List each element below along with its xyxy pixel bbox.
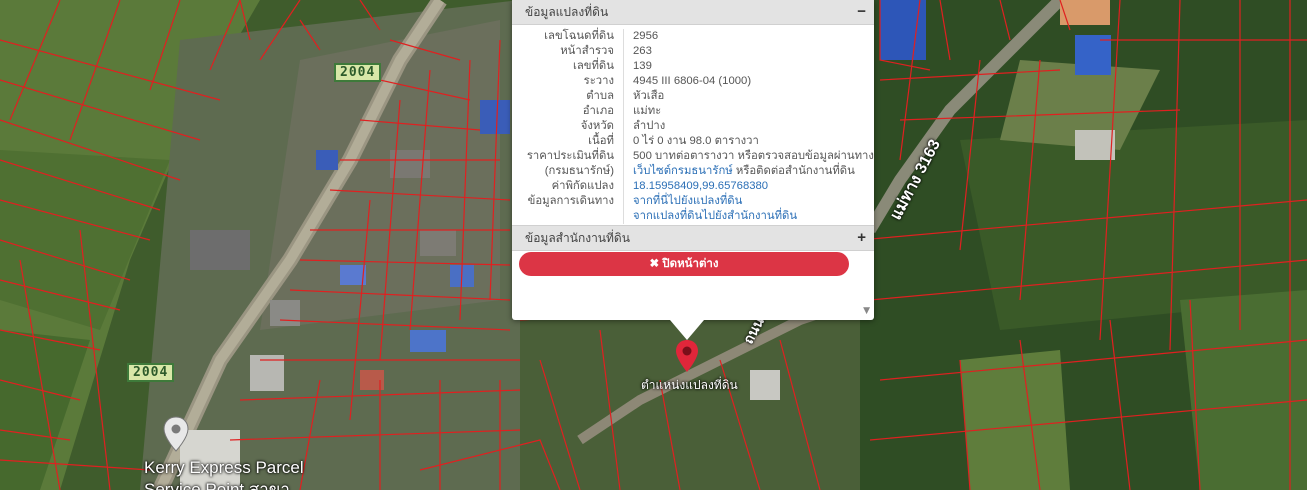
info-row-subdistrict: ตำบล หัวเสือ <box>512 89 874 104</box>
coordinates-link[interactable]: 18.15958409,99.65768380 <box>624 179 768 194</box>
treasury-website-link[interactable]: เว็บไซต์กรมธนารักษ์ <box>633 165 733 177</box>
info-value: หัวเสือ <box>633 90 665 102</box>
parcel-info-table: เลขโฉนดที่ดิน 2956 หน้าสำรวจ 263 เลขที่ด… <box>512 25 874 225</box>
info-row-deed-number: เลขโฉนดที่ดิน 2956 <box>512 29 874 44</box>
info-key <box>512 209 624 224</box>
poi-label[interactable]: Service Point สาขา <box>144 476 290 490</box>
info-value-rest: หรือติดต่อสำนักงานที่ดิน <box>732 165 855 177</box>
expand-icon[interactable]: + <box>857 226 866 250</box>
info-value: ลำปาง <box>633 120 666 132</box>
info-value: 2956 <box>633 30 659 42</box>
close-window-button[interactable]: ✖ ปิดหน้าต่าง <box>519 252 849 276</box>
info-value: แม่ทะ <box>633 105 662 117</box>
info-value: เว็บไซต์กรมธนารักษ์ หรือติดต่อสำนักงานที… <box>624 164 855 179</box>
parcel-info-section-title: ข้อมูลแปลงที่ดิน <box>525 5 609 19</box>
info-row-directions-office: จากแปลงที่ดินไปยังสำนักงานที่ดิน <box>512 209 874 224</box>
info-value: 0 ไร่ 0 งาน 98.0 ตารางวา <box>633 135 759 147</box>
info-row-appraisal: ราคาประเมินที่ดิน 500 บาทต่อตารางวา หรือ… <box>512 149 874 164</box>
poi-marker-icon[interactable] <box>163 416 189 452</box>
info-key: หน้าสำรวจ <box>512 44 624 59</box>
parcel-location-marker-icon[interactable] <box>675 339 699 373</box>
road-number-badge: 2004 <box>127 363 175 382</box>
info-key: ค่าพิกัดแปลง <box>512 179 624 194</box>
info-value: 500 บาทต่อตารางวา หรือตรวจสอบข้อมูลผ่านท… <box>633 150 874 162</box>
info-key: ตำบล <box>512 89 624 104</box>
info-row-map-sheet: ระวาง 4945 III 6806-04 (1000) <box>512 74 874 89</box>
info-key: อำเภอ <box>512 104 624 119</box>
road-number-badge: 2004 <box>334 63 382 82</box>
parcel-info-section-header[interactable]: ข้อมูลแปลงที่ดิน − <box>512 0 874 25</box>
scroll-down-arrow-icon[interactable]: ▼ <box>863 306 870 316</box>
info-row-coordinates: ค่าพิกัดแปลง 18.15958409,99.65768380 <box>512 179 874 194</box>
info-row-treasury: (กรมธนารักษ์) เว็บไซต์กรมธนารักษ์ หรือติ… <box>512 164 874 179</box>
info-key: เลขโฉนดที่ดิน <box>512 29 624 44</box>
info-row-province: จังหวัด ลำปาง <box>512 119 874 134</box>
directions-to-office-link[interactable]: จากแปลงที่ดินไปยังสำนักงานที่ดิน <box>624 209 797 224</box>
info-key: เลขที่ดิน <box>512 59 624 74</box>
info-key: ระวาง <box>512 74 624 89</box>
info-value: 4945 III 6806-04 (1000) <box>633 75 752 87</box>
info-key: ข้อมูลการเดินทาง <box>512 194 624 209</box>
info-row-directions: ข้อมูลการเดินทาง จากที่นี่ไปยังแปลงที่ดิ… <box>512 194 874 209</box>
info-key: (กรมธนารักษ์) <box>512 164 624 179</box>
land-office-section-title: ข้อมูลสำนักงานที่ดิน <box>525 231 630 245</box>
info-key: เนื้อที่ <box>512 134 624 149</box>
info-row-area: เนื้อที่ 0 ไร่ 0 งาน 98.0 ตารางวา <box>512 134 874 149</box>
land-office-section-header[interactable]: ข้อมูลสำนักงานที่ดิน + <box>512 225 874 251</box>
info-value: 263 <box>633 45 652 57</box>
info-value: 139 <box>633 60 652 72</box>
poi-label[interactable]: Kerry Express Parcel <box>144 458 304 478</box>
info-row-land-number: เลขที่ดิน 139 <box>512 59 874 74</box>
info-key: ราคาประเมินที่ดิน <box>512 149 624 164</box>
directions-to-parcel-link[interactable]: จากที่นี่ไปยังแปลงที่ดิน <box>624 194 742 209</box>
collapse-icon[interactable]: − <box>857 0 866 24</box>
parcel-info-popup[interactable]: ข้อมูลแปลงที่ดิน − เลขโฉนดที่ดิน 2956 หน… <box>512 0 874 340</box>
info-row-district: อำเภอ แม่ทะ <box>512 104 874 119</box>
info-key: จังหวัด <box>512 119 624 134</box>
parcel-location-label: ตำแหน่งแปลงที่ดิน <box>641 378 738 392</box>
info-row-survey-page: หน้าสำรวจ 263 <box>512 44 874 59</box>
